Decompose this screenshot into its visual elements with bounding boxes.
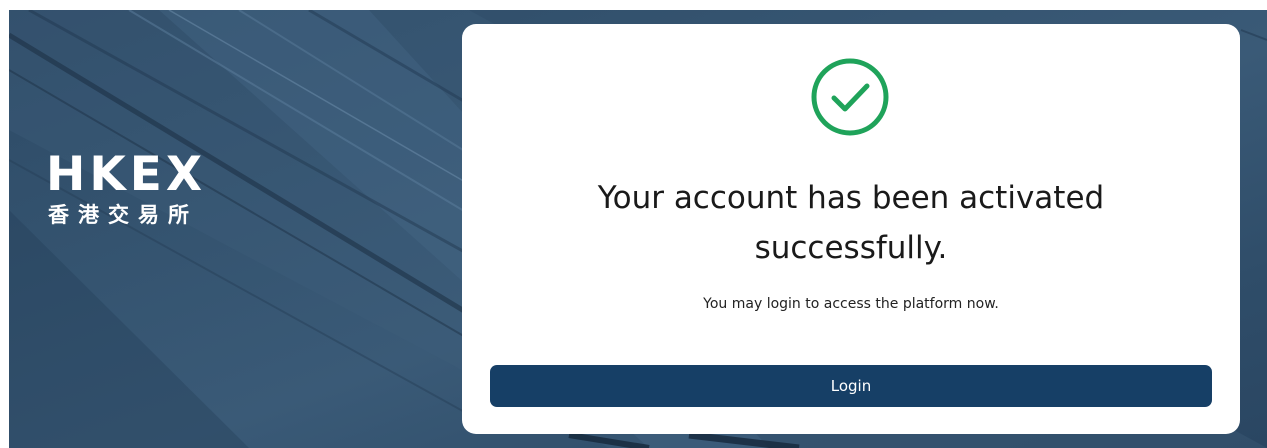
logo-text-en: HKEX <box>46 147 207 202</box>
hkex-logo: HKEX 香港交易所 <box>46 150 206 228</box>
logo-text-zh: 香港交易所 <box>48 203 198 227</box>
login-background: HKEX 香港交易所 Your account has been activat… <box>9 10 1267 448</box>
activation-card: Your account has been activated successf… <box>462 24 1240 434</box>
activation-title: Your account has been activated successf… <box>462 173 1240 273</box>
title-line-1: Your account has been activated <box>597 180 1105 216</box>
login-button[interactable]: Login <box>490 365 1212 407</box>
activation-message: You may login to access the platform now… <box>703 296 999 312</box>
title-line-2: successfully. <box>754 230 948 266</box>
check-circle-icon <box>811 58 889 136</box>
